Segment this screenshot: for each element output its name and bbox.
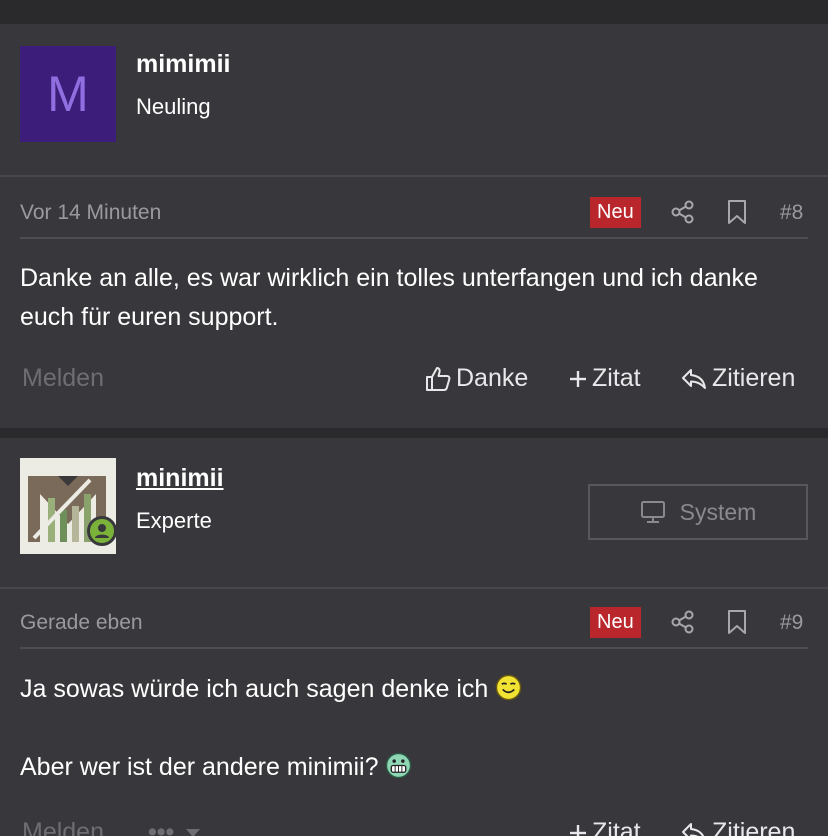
- post-content: Ja sowas würde ich auch sagen denke ich …: [20, 670, 808, 787]
- multiquote-label: Zitat: [592, 364, 641, 392]
- bookmark-icon[interactable]: [726, 199, 748, 225]
- new-badge: Neu: [590, 197, 641, 228]
- chevron-down-icon: [186, 829, 201, 836]
- reply-icon: [682, 822, 705, 836]
- post-text: Danke an alle, es war wirklich ein tolle…: [20, 264, 758, 331]
- thanks-button[interactable]: Danke: [424, 364, 528, 393]
- more-label: •••: [148, 818, 175, 836]
- new-badge: Neu: [590, 607, 641, 638]
- more-options-button[interactable]: •••: [148, 818, 201, 836]
- plus-icon: [570, 370, 586, 387]
- bookmark-icon[interactable]: [726, 609, 748, 635]
- author-name[interactable]: minimii: [136, 464, 224, 493]
- post-number[interactable]: #9: [780, 611, 803, 635]
- post-author: minimii Experte System: [0, 438, 828, 589]
- share-icon[interactable]: [670, 609, 696, 635]
- reply-button[interactable]: Zitieren: [680, 364, 795, 393]
- post-footer: Melden Danke Zitat Zitieren: [20, 362, 808, 398]
- thanks-label: Danke: [456, 364, 529, 392]
- share-icon[interactable]: [670, 199, 696, 225]
- post-number[interactable]: #8: [780, 201, 803, 225]
- author-name[interactable]: mimimii: [136, 50, 230, 79]
- plus-icon: [570, 824, 586, 836]
- reply-button[interactable]: Zitieren: [680, 818, 795, 836]
- post-text-line: Ja sowas würde ich auch sagen denke ich: [20, 670, 808, 709]
- monitor-icon: [640, 501, 665, 523]
- report-link[interactable]: Melden: [22, 364, 104, 393]
- report-link[interactable]: Melden: [22, 818, 104, 836]
- post-time[interactable]: Vor 14 Minuten: [20, 201, 161, 225]
- system-button[interactable]: System: [588, 484, 808, 540]
- author-rank: Neuling: [136, 94, 211, 119]
- wink-smiley-icon: [496, 674, 522, 701]
- post-author: M mimimii Neuling: [0, 24, 828, 177]
- multiquote-button[interactable]: Zitat: [568, 364, 641, 393]
- post-footer: Melden ••• Zitat Zitieren: [20, 816, 808, 836]
- post-time[interactable]: Gerade eben: [20, 611, 143, 635]
- avatar[interactable]: M: [20, 46, 116, 142]
- system-label: System: [679, 498, 757, 525]
- reply-label: Zitieren: [712, 818, 796, 836]
- post-text: Ja sowas würde ich auch sagen denke ich: [20, 675, 489, 703]
- post-content: Danke an alle, es war wirklich ein tolle…: [20, 259, 808, 337]
- reply-label: Zitieren: [712, 364, 796, 392]
- post-text: Aber wer ist der andere minimii?: [20, 753, 379, 781]
- top-gap: [0, 0, 828, 24]
- post-meta: Gerade eben Neu #9: [20, 589, 808, 649]
- post-8: M mimimii Neuling Vor 14 Minuten Neu #8 …: [0, 24, 828, 428]
- reply-icon: [682, 368, 706, 389]
- grin-smiley-icon: [386, 752, 412, 779]
- multiquote-button[interactable]: Zitat: [568, 818, 641, 836]
- thumbs-up-icon: [426, 366, 451, 391]
- online-user-icon: [87, 516, 117, 546]
- author-rank: Experte: [136, 508, 212, 533]
- multiquote-label: Zitat: [592, 818, 641, 836]
- post-meta: Vor 14 Minuten Neu #8: [20, 179, 808, 239]
- post-9: minimii Experte System Gerade eben Neu #…: [0, 438, 828, 836]
- post-text-line: Aber wer ist der andere minimii?: [20, 748, 808, 787]
